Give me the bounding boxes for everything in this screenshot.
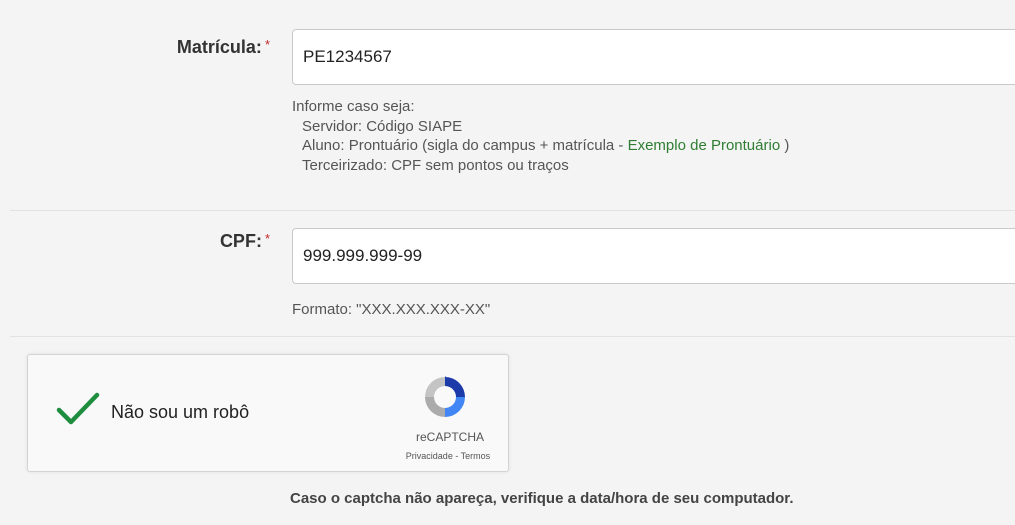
cpf-help: Formato: "XXX.XXX.XXX-XX": [292, 301, 491, 318]
recaptcha-widget: Não sou um robô reCAPTCHA Privacidade - …: [27, 354, 509, 472]
cpf-row: CPF:* Formato: "XXX.XXX.XXX-XX": [10, 211, 1015, 337]
help-aluno: Aluno: Prontuário (sigla do campus + mat…: [292, 136, 789, 156]
terms-link[interactable]: Termos: [461, 451, 491, 461]
matricula-label: Matrícula: *: [70, 37, 270, 58]
recaptcha-brand: reCAPTCHA: [415, 430, 484, 444]
required-mark: *: [264, 231, 270, 246]
required-mark: *: [264, 37, 270, 52]
cpf-input[interactable]: [292, 228, 1015, 284]
help-aluno-text: Aluno: Prontuário (sigla do campus + mat…: [302, 137, 628, 154]
help-servidor: Servidor: Código SIAPE: [302, 117, 463, 135]
matricula-help: Informe caso seja: Servidor: Código SIAP…: [292, 97, 789, 175]
help-aluno-suffix: ): [780, 137, 790, 154]
links-separator: -: [452, 451, 461, 461]
check-icon[interactable]: [56, 391, 100, 427]
matricula-label-text: Matrícula:: [176, 37, 262, 57]
recaptcha-logo-icon: [425, 376, 465, 417]
matricula-row: Matrícula:* Informe caso seja: Servidor:…: [10, 10, 1015, 211]
recaptcha-links: Privacidade - Termos: [373, 451, 523, 461]
exemplo-prontuario-link[interactable]: Exemplo de Prontuário: [628, 137, 781, 154]
cpf-label: CPF: *: [70, 231, 270, 252]
cpf-label-text: CPF:: [219, 231, 262, 251]
captcha-note: Caso o captcha não apareça, verifique a …: [290, 490, 794, 507]
captcha-label[interactable]: Não sou um robô: [111, 402, 249, 423]
matricula-input[interactable]: [292, 29, 1015, 85]
help-terceirizado: Terceirizado: CPF sem pontos ou traços: [302, 156, 569, 174]
privacy-link[interactable]: Privacidade: [406, 451, 453, 461]
help-intro: Informe caso seja:: [292, 98, 415, 115]
